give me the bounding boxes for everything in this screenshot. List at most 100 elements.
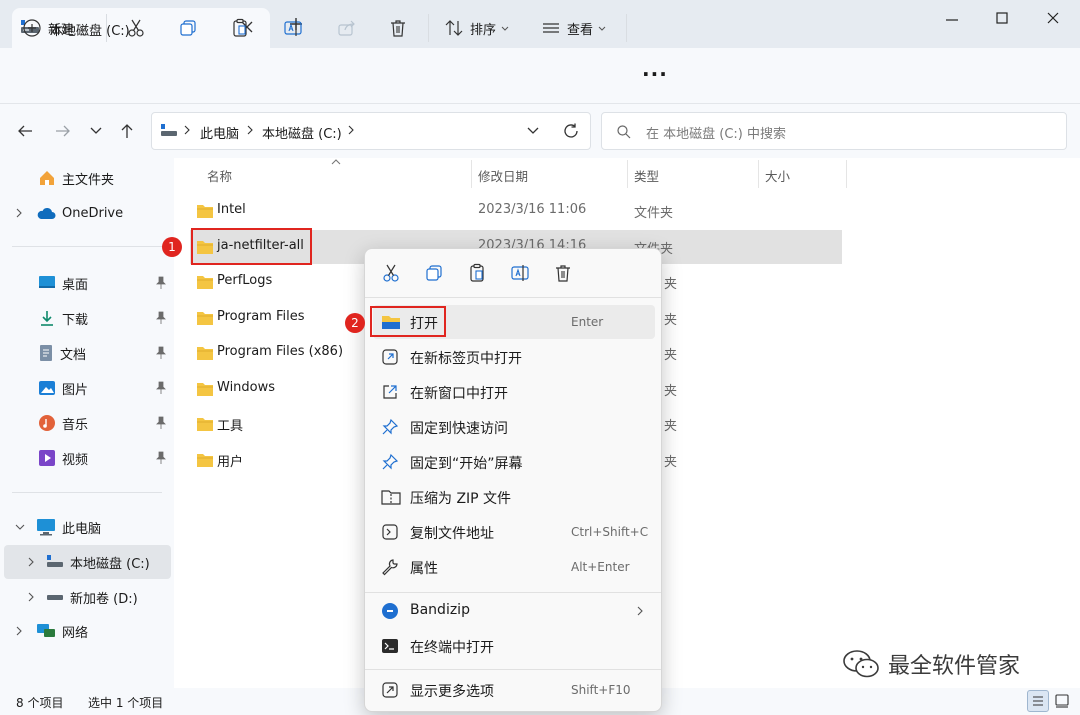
watermark-text: 最全软件管家 xyxy=(888,654,1021,679)
menu-item-properties[interactable]: 属性 Alt+Enter xyxy=(373,550,655,584)
recent-locations-chevron-icon[interactable] xyxy=(89,125,103,137)
menu-item-show-more[interactable]: 显示更多选项 Shift+F10 xyxy=(373,673,655,707)
menu-item-open-terminal[interactable]: 在终端中打开 xyxy=(373,629,655,663)
copy-button[interactable] xyxy=(178,14,198,42)
delete-button[interactable] xyxy=(388,14,408,42)
menu-item-compress-zip[interactable]: 压缩为 ZIP 文件 xyxy=(373,480,655,514)
close-window-button[interactable] xyxy=(1043,8,1063,28)
sidebar-item-new-volume-d[interactable]: 新加卷 (D:) xyxy=(0,580,174,614)
pin-icon xyxy=(381,418,399,436)
folder-icon xyxy=(196,382,214,397)
sidebar-item-label: 桌面 xyxy=(62,277,89,293)
highlight-box-open xyxy=(370,306,446,337)
toolbar-divider xyxy=(626,14,627,42)
menu-copy-button[interactable] xyxy=(424,263,444,283)
chevron-down-icon xyxy=(597,23,607,33)
back-button[interactable] xyxy=(16,122,34,140)
folder-icon xyxy=(196,417,214,432)
view-button[interactable]: 查看 xyxy=(541,14,607,42)
cut-button[interactable] xyxy=(126,14,146,42)
sidebar-item-label: 音乐 xyxy=(62,417,89,433)
sort-button[interactable]: 排序 xyxy=(444,14,510,42)
sidebar-item-pictures[interactable]: 图片 xyxy=(0,371,174,405)
breadcrumb-local-disk[interactable]: 本地磁盘 (C:) xyxy=(262,123,342,142)
sidebar-item-label: OneDrive xyxy=(62,205,124,221)
rename-icon xyxy=(283,18,303,38)
pin-icon[interactable] xyxy=(155,346,167,360)
sidebar-item-label: 下载 xyxy=(62,312,89,328)
sidebar-item-videos[interactable]: 视频 xyxy=(0,441,174,475)
breadcrumb-this-pc[interactable]: 此电脑 xyxy=(200,123,239,142)
column-header-date[interactable]: 修改日期 xyxy=(478,166,528,185)
column-header-name[interactable]: 名称 xyxy=(207,166,232,185)
forward-button[interactable] xyxy=(54,122,72,140)
pin-icon[interactable] xyxy=(155,451,167,465)
sidebar-item-documents[interactable]: 文档 xyxy=(0,336,174,370)
trash-icon xyxy=(388,18,408,38)
column-divider[interactable] xyxy=(846,160,847,188)
menu-delete-button[interactable] xyxy=(553,263,573,283)
refresh-icon[interactable] xyxy=(562,122,580,140)
tiles-view-button[interactable] xyxy=(1053,692,1071,710)
column-divider[interactable] xyxy=(627,160,628,188)
menu-rename-button[interactable] xyxy=(510,263,530,283)
column-divider[interactable] xyxy=(471,160,472,188)
pin-icon[interactable] xyxy=(155,311,167,325)
menu-item-pin-start[interactable]: 固定到“开始”屏幕 xyxy=(373,445,655,479)
chevron-right-icon xyxy=(346,124,356,136)
address-history-chevron-icon[interactable] xyxy=(526,125,540,137)
column-header-type[interactable]: 类型 xyxy=(634,166,659,185)
chevron-right-icon xyxy=(182,124,192,136)
menu-item-open-new-tab[interactable]: 在新标签页中打开 xyxy=(373,340,655,374)
address-bar[interactable]: 此电脑 本地磁盘 (C:) xyxy=(151,112,591,150)
pin-icon[interactable] xyxy=(155,381,167,395)
search-icon xyxy=(616,124,632,140)
file-name: PerfLogs xyxy=(217,273,273,288)
menu-item-copy-path[interactable]: 复制文件地址 Ctrl+Shift+C xyxy=(373,515,655,549)
highlight-box-file xyxy=(191,228,312,265)
sidebar-item-home[interactable]: 主文件夹 xyxy=(0,161,174,195)
pin-icon[interactable] xyxy=(155,276,167,290)
pin-icon[interactable] xyxy=(155,416,167,430)
new-button[interactable]: 新建 xyxy=(22,14,88,42)
column-divider[interactable] xyxy=(758,160,759,188)
file-type: 夹 xyxy=(664,312,678,328)
menu-item-bandizip[interactable]: Bandizip xyxy=(373,594,655,628)
drive-icon xyxy=(46,589,64,605)
menu-item-label: 显示更多选项 xyxy=(410,684,494,700)
sidebar-item-network[interactable]: 网络 xyxy=(0,614,174,648)
menu-paste-button[interactable] xyxy=(467,263,487,283)
sidebar-item-music[interactable]: 音乐 xyxy=(0,406,174,440)
sidebar-item-local-disk-c[interactable]: 本地磁盘 (C:) xyxy=(4,545,171,579)
copy-icon xyxy=(178,18,198,38)
menu-item-label: 在新标签页中打开 xyxy=(410,351,522,367)
menu-item-shortcut: Ctrl+Shift+C xyxy=(571,525,649,539)
menu-divider xyxy=(365,297,661,298)
file-type: 夹 xyxy=(664,454,678,470)
menu-item-open-new-window[interactable]: 在新窗口中打开 xyxy=(373,375,655,409)
menu-item-pin-quick-access[interactable]: 固定到快速访问 xyxy=(373,410,655,444)
maximize-button[interactable] xyxy=(992,8,1012,28)
plus-circle-icon xyxy=(22,18,42,38)
share-button xyxy=(337,14,357,42)
sidebar-divider xyxy=(12,246,162,247)
drive-icon xyxy=(160,123,178,139)
minimize-button[interactable] xyxy=(942,10,962,30)
sidebar-item-this-pc[interactable]: 此电脑 xyxy=(0,510,174,544)
more-options-button[interactable]: ··· xyxy=(642,62,668,86)
toolbar-divider xyxy=(428,14,429,42)
menu-cut-button[interactable] xyxy=(381,263,401,283)
file-name: Intel xyxy=(217,202,246,217)
rename-button[interactable] xyxy=(283,14,303,42)
sidebar-item-desktop[interactable]: 桌面 xyxy=(0,266,174,300)
column-header-size[interactable]: 大小 xyxy=(765,166,790,185)
search-box[interactable]: 在 本地磁盘 (C:) 中搜索 xyxy=(601,112,1067,150)
details-view-button[interactable] xyxy=(1027,690,1049,712)
file-row[interactable]: Intel 2023/3/16 11:06 文件夹 xyxy=(190,194,842,228)
up-button[interactable] xyxy=(118,122,136,140)
sidebar-item-downloads[interactable]: 下载 xyxy=(0,301,174,335)
paste-button[interactable] xyxy=(230,14,250,42)
chevron-down-icon xyxy=(78,23,88,33)
sidebar-item-onedrive[interactable]: OneDrive xyxy=(0,196,174,230)
sidebar-item-label: 此电脑 xyxy=(62,521,102,537)
